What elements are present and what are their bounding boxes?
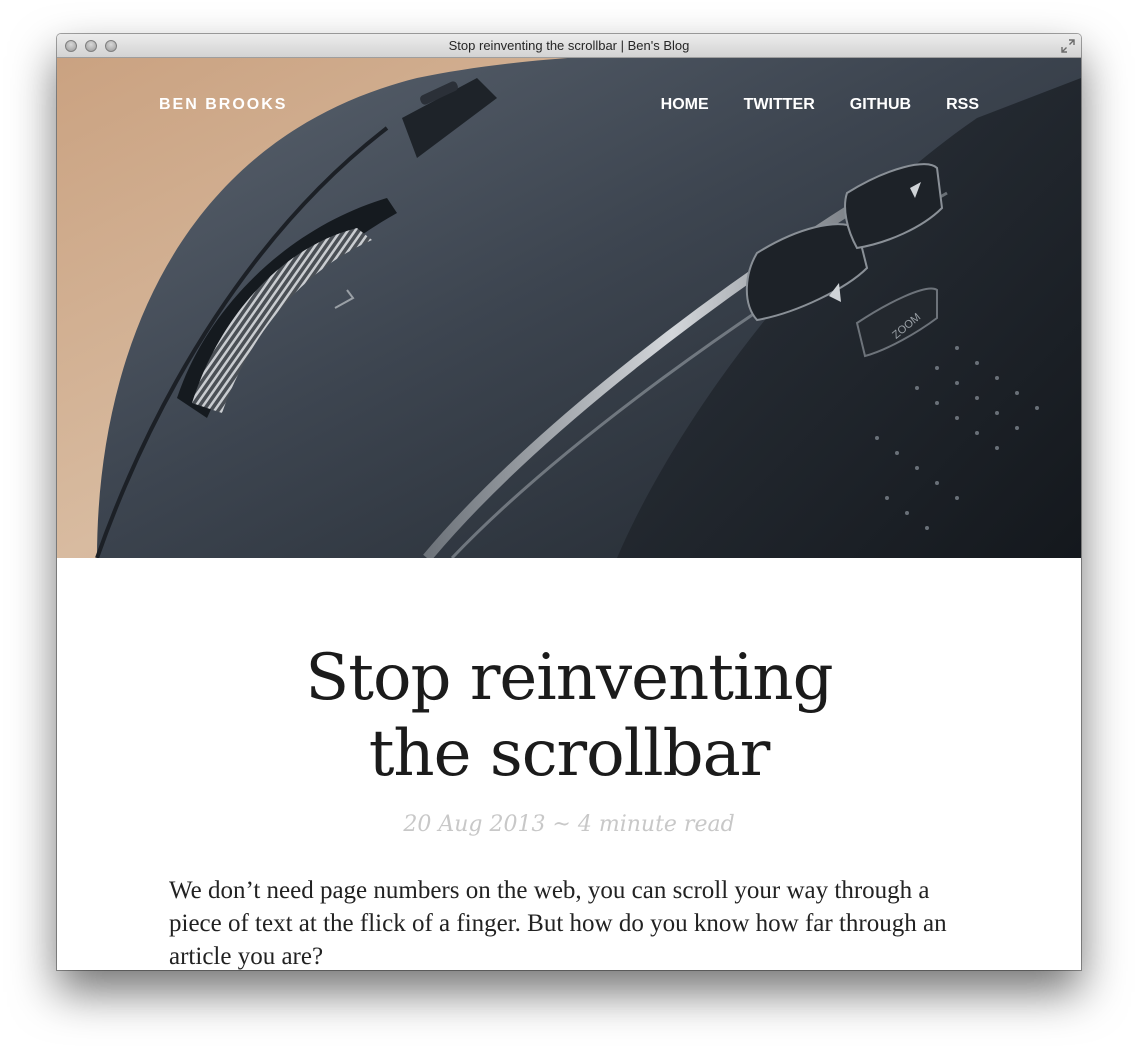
nav-item-home[interactable]: HOME bbox=[661, 96, 709, 114]
hero-image: ZOOM BEN BROOKS HOME TWITTER GITHUB RSS bbox=[57, 58, 1081, 558]
main-nav: HOME TWITTER GITHUB RSS bbox=[661, 96, 979, 114]
nav-item-github[interactable]: GITHUB bbox=[850, 96, 911, 114]
post-body-paragraph: We don’t need page numbers on the web, y… bbox=[169, 877, 947, 970]
window-title: Stop reinventing the scrollbar | Ben's B… bbox=[448, 38, 690, 53]
post-meta: 20 Aug 2013 ~ 4 minute read bbox=[403, 812, 735, 837]
mouse-photo: ZOOM bbox=[57, 58, 1081, 558]
nav-item-twitter[interactable]: TWITTER bbox=[744, 96, 815, 114]
browser-window: Stop reinventing the scrollbar | Ben's B… bbox=[57, 34, 1081, 970]
site-name-link[interactable]: BEN BROOKS bbox=[159, 96, 287, 114]
post-title-line1: Stop reinventing bbox=[305, 641, 833, 715]
fullscreen-icon[interactable] bbox=[1061, 39, 1075, 53]
nav-item-rss[interactable]: RSS bbox=[946, 96, 979, 114]
window-titlebar[interactable]: Stop reinventing the scrollbar | Ben's B… bbox=[57, 34, 1081, 58]
article: Stop reinventing the scrollbar 20 Aug 20… bbox=[57, 558, 1081, 970]
post-title-line2: the scrollbar bbox=[368, 717, 771, 791]
post-title: Stop reinventing the scrollbar bbox=[169, 640, 969, 792]
